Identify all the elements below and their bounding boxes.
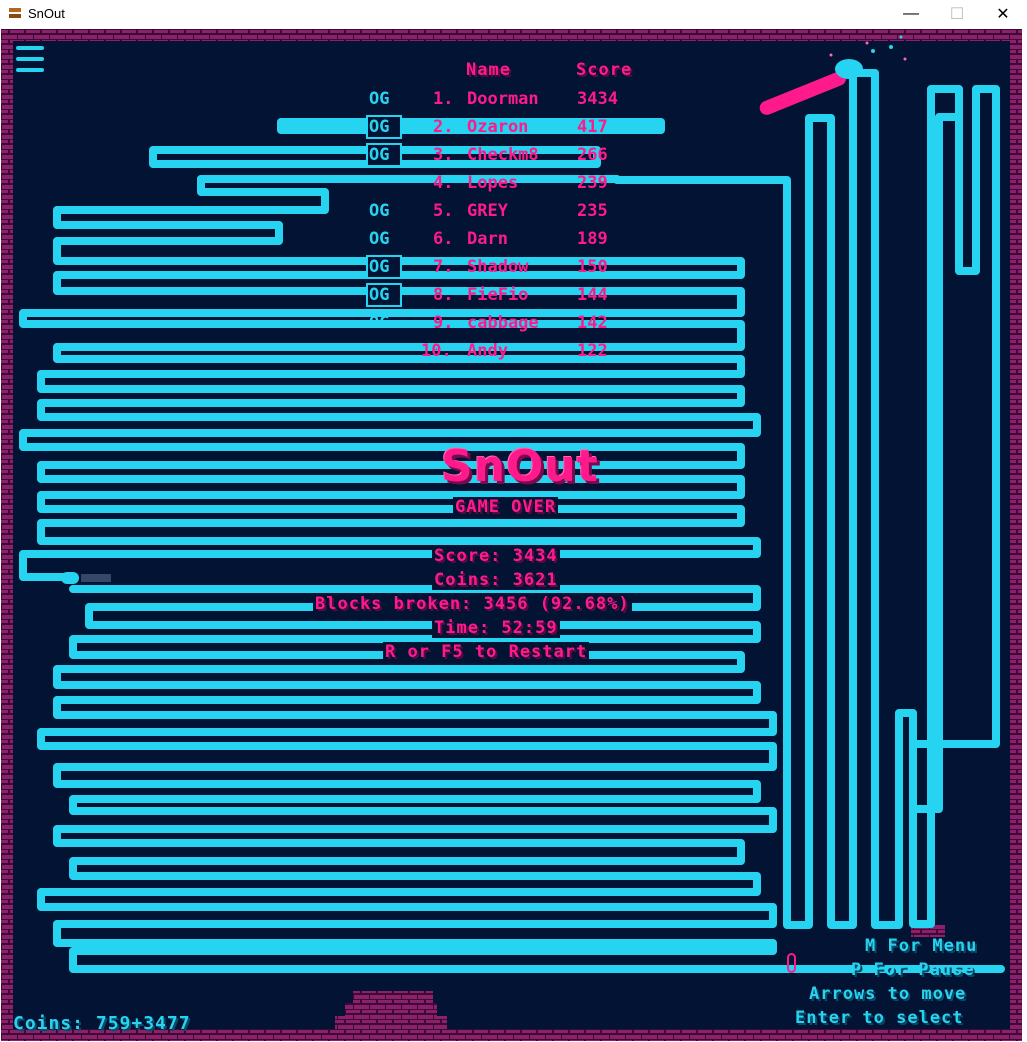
help-move: Arrows to move bbox=[809, 984, 967, 1004]
leaderboard-score: 3434 bbox=[577, 89, 618, 109]
game-window: SnOut — ☐ ✕ Name Score OG 1. Doorman 343… bbox=[0, 0, 1027, 1042]
game-over-title: GAME OVER bbox=[453, 497, 559, 517]
game-canvas[interactable]: Name Score OG 1. Doorman 3434 OG 2. Ozar… bbox=[1, 29, 1022, 1041]
leaderboard-score: 122 bbox=[577, 341, 608, 361]
leaderboard-rank: 8. bbox=[433, 285, 454, 305]
leaderboard-name: FieFio bbox=[467, 285, 529, 305]
og-badge: OG bbox=[369, 145, 390, 165]
leaderboard-score: 150 bbox=[577, 257, 608, 277]
leaderboard-rank: 4. bbox=[433, 173, 454, 193]
og-badge: OG bbox=[369, 313, 390, 333]
og-badge: OG bbox=[369, 89, 390, 109]
maximize-button[interactable]: ☐ bbox=[934, 0, 980, 28]
leaderboard-score: 144 bbox=[577, 285, 608, 305]
og-badge: OG bbox=[369, 257, 390, 277]
help-select: Enter to select bbox=[795, 1008, 964, 1028]
leaderboard-score: 142 bbox=[577, 313, 608, 333]
og-badge: OG bbox=[369, 201, 390, 221]
leaderboard-name: cabbage bbox=[467, 313, 539, 333]
leaderboard-rank: 9. bbox=[433, 313, 454, 333]
pink-paddle-sprite bbox=[759, 35, 907, 115]
leaderboard-name: Darn bbox=[467, 229, 508, 249]
help-pause: P For Pause bbox=[851, 960, 975, 980]
minimize-button[interactable]: — bbox=[888, 0, 934, 28]
restart-hint: R or F5 to Restart bbox=[383, 642, 590, 662]
leaderboard-score: 239 bbox=[577, 173, 608, 193]
leaderboard-rank: 7. bbox=[433, 257, 454, 277]
leaderboard-rank: 3. bbox=[433, 145, 454, 165]
leaderboard-rank: 2. bbox=[433, 117, 454, 137]
brick-pile-top bbox=[353, 991, 433, 1003]
wall-top bbox=[1, 29, 1022, 41]
wall-left bbox=[1, 29, 13, 1041]
leaderboard-score: 266 bbox=[577, 145, 608, 165]
snake-head-ball bbox=[61, 572, 79, 584]
leaderboard-header-name: Name bbox=[466, 60, 511, 80]
og-badge: OG bbox=[369, 285, 390, 305]
leaderboard-name: Doorman bbox=[467, 89, 539, 109]
wall-right bbox=[1010, 29, 1022, 1041]
leaderboard-name: Shadow bbox=[467, 257, 529, 277]
close-button[interactable]: ✕ bbox=[980, 0, 1026, 28]
leaderboard-name: GREY bbox=[467, 201, 508, 221]
title-bar[interactable]: SnOut — ☐ ✕ bbox=[0, 0, 1027, 28]
window-title: SnOut bbox=[28, 6, 65, 21]
leaderboard-rank: 5. bbox=[433, 201, 454, 221]
snout-logo: SnOut bbox=[441, 441, 599, 492]
leaderboard-name: Lopes bbox=[467, 173, 519, 193]
snout-app-icon bbox=[9, 8, 21, 18]
leaderboard-name: Andy bbox=[467, 341, 508, 361]
og-badge: OG bbox=[369, 117, 390, 137]
final-score: Score: 3434 bbox=[432, 546, 560, 566]
brick-pile-base bbox=[335, 1016, 447, 1029]
blocks-broken: Blocks broken: 3456 (92.68%) bbox=[313, 594, 632, 614]
leaderboard-score: 189 bbox=[577, 229, 608, 249]
final-coins: Coins: 3621 bbox=[432, 570, 560, 590]
elapsed-time: Time: 52:59 bbox=[432, 618, 560, 638]
brick-pile-mid bbox=[345, 1003, 437, 1016]
snake-body bbox=[19, 69, 1005, 973]
og-badge: OG bbox=[369, 229, 390, 249]
leaderboard-header-score: Score bbox=[576, 60, 633, 80]
leaderboard-rank: 1. bbox=[433, 89, 454, 109]
leaderboard-rank: 6. bbox=[433, 229, 454, 249]
snake-trail bbox=[81, 574, 111, 582]
leaderboard-score: 417 bbox=[577, 117, 608, 137]
leaderboard-rank: 10. bbox=[421, 341, 452, 361]
coins-counter: Coins: 759+3477 bbox=[13, 1013, 191, 1034]
leaderboard-name: Ozaron bbox=[467, 117, 529, 137]
leaderboard-score: 235 bbox=[577, 201, 608, 221]
leaderboard-name: Checkm8 bbox=[467, 145, 539, 165]
hamburger-menu-icon[interactable] bbox=[16, 46, 46, 76]
help-menu: M For Menu bbox=[865, 936, 978, 956]
